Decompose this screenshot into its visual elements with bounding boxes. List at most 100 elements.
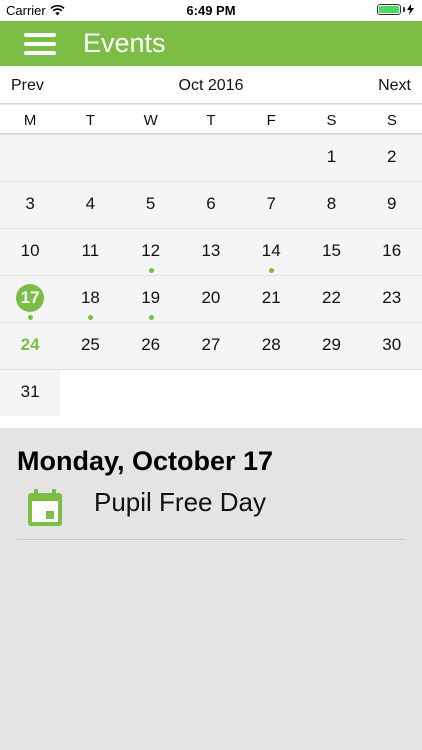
calendar-week-row: 12 xyxy=(0,135,422,182)
weekday-label: T xyxy=(206,112,216,129)
calendar-day-13[interactable]: 13 xyxy=(181,229,241,275)
day-number: 29 xyxy=(322,335,341,354)
weekday-label: T xyxy=(85,112,95,129)
day-number: 2 xyxy=(386,147,397,166)
selected-day-heading: Monday, October 17 xyxy=(17,446,274,476)
day-number: 17 xyxy=(20,288,40,307)
weekday-label: M xyxy=(23,112,37,129)
day-number: 19 xyxy=(141,288,161,307)
event-list-item[interactable]: Pupil Free Day xyxy=(17,486,405,540)
status-bar: Carrier 6:49 PM xyxy=(0,0,422,21)
day-number: 6 xyxy=(206,194,216,213)
month-title: Oct 2016 xyxy=(178,77,244,94)
calendar-day-6[interactable]: 6 xyxy=(181,182,241,228)
weekday-label: S xyxy=(326,112,337,129)
day-number: 28 xyxy=(261,335,281,354)
calendar-day-11[interactable]: 11 xyxy=(60,229,120,275)
calendar-day-19[interactable]: 19 xyxy=(121,276,181,322)
calendar-empty-cell xyxy=(121,135,181,181)
calendar-week-row: 10 11 12 13 14 15 16 xyxy=(0,229,422,276)
day-number: 25 xyxy=(80,335,100,354)
calendar-day-14[interactable]: 14 xyxy=(241,229,301,275)
calendar-day-28[interactable]: 28 xyxy=(241,323,301,369)
calendar-week-row: 3 4 5 6 7 8 9 xyxy=(0,182,422,229)
calendar-day-25[interactable]: 25 xyxy=(60,323,120,369)
day-number: 5 xyxy=(145,194,156,213)
day-number: 12 xyxy=(141,241,161,260)
calendar-day-27[interactable]: 27 xyxy=(181,323,241,369)
calendar-day-31[interactable]: 31 xyxy=(0,370,60,416)
calendar-day-16[interactable]: 16 xyxy=(362,229,422,275)
event-indicator-dot xyxy=(28,315,33,320)
weekday-label: W xyxy=(143,112,158,129)
navigation-bar: Events xyxy=(0,21,422,66)
calendar-day-10[interactable]: 10 xyxy=(0,229,60,275)
calendar-day-29[interactable]: 29 xyxy=(301,323,361,369)
charging-bolt-icon xyxy=(407,4,414,15)
events-panel: Monday, October 17 Pupil Free Day xyxy=(0,428,422,750)
calendar-day-21[interactable]: 21 xyxy=(241,276,301,322)
day-number: 4 xyxy=(85,194,96,213)
day-number: 24 xyxy=(20,335,40,354)
day-number: 18 xyxy=(80,288,100,307)
calendar-day-1[interactable]: 1 xyxy=(301,135,361,181)
calendar-empty-cell xyxy=(241,135,301,181)
status-time: 6:49 PM xyxy=(186,3,236,18)
calendar-day-26[interactable]: 26 xyxy=(121,323,181,369)
calendar-day-3[interactable]: 3 xyxy=(0,182,60,228)
day-number: 16 xyxy=(382,241,402,260)
calendar-day-20[interactable]: 20 xyxy=(181,276,241,322)
calendar-day-18[interactable]: 18 xyxy=(60,276,120,322)
day-number: 3 xyxy=(25,194,35,213)
day-number: 11 xyxy=(81,241,100,260)
calendar-week-row: 17 18 19 20 21 22 23 xyxy=(0,276,422,323)
month-header: Prev Oct 2016 Next xyxy=(0,66,422,104)
calendar-day-24[interactable]: 24 xyxy=(0,323,60,369)
day-number: 14 xyxy=(261,241,281,260)
calendar-empty-cell xyxy=(0,135,60,181)
day-number: 1 xyxy=(326,147,337,166)
calendar-filler xyxy=(60,370,422,416)
day-number: 22 xyxy=(322,288,341,307)
day-number: 13 xyxy=(201,241,221,260)
weekday-header: M T W T F S S xyxy=(0,105,422,134)
day-number: 8 xyxy=(326,194,337,213)
calendar-icon xyxy=(28,489,62,526)
hamburger-menu-icon[interactable] xyxy=(24,31,58,57)
event-indicator-dot xyxy=(269,268,275,273)
event-title: Pupil Free Day xyxy=(94,487,266,517)
calendar-day-5[interactable]: 5 xyxy=(121,182,181,228)
calendar-week-row: 24 25 26 27 28 29 30 xyxy=(0,323,422,370)
day-number: 30 xyxy=(382,335,402,354)
day-number: 31 xyxy=(20,382,40,401)
calendar-day-23[interactable]: 23 xyxy=(362,276,422,322)
calendar-empty-cell xyxy=(181,135,241,181)
calendar-day-17[interactable]: 17 xyxy=(0,276,60,322)
calendar-day-8[interactable]: 8 xyxy=(301,182,361,228)
day-number: 10 xyxy=(20,241,40,260)
day-number: 15 xyxy=(322,241,341,260)
calendar-day-15[interactable]: 15 xyxy=(301,229,361,275)
next-month-button[interactable]: Next xyxy=(378,77,411,95)
weekday-label: F xyxy=(266,112,276,129)
day-number: 9 xyxy=(386,194,397,213)
event-indicator-dot xyxy=(148,315,154,320)
weekday-label: S xyxy=(386,112,397,129)
day-number: 26 xyxy=(141,335,161,354)
calendar-week-row: 31 xyxy=(0,370,422,416)
calendar-day-9[interactable]: 9 xyxy=(362,182,422,228)
calendar-day-7[interactable]: 7 xyxy=(241,182,301,228)
calendar-empty-cell xyxy=(60,135,120,181)
event-indicator-dot xyxy=(88,315,94,320)
day-number: 20 xyxy=(201,288,221,307)
calendar-day-22[interactable]: 22 xyxy=(301,276,361,322)
battery-icon xyxy=(377,4,414,15)
calendar-day-12[interactable]: 12 xyxy=(121,229,181,275)
calendar-grid: 1 2 3 4 5 6 7 8 9 10 11 12 13 14 15 16 17 18 19 20 21 22 23 24 2… xyxy=(0,135,422,416)
calendar-day-30[interactable]: 30 xyxy=(362,323,422,369)
event-indicator-dot xyxy=(148,268,154,273)
calendar-day-2[interactable]: 2 xyxy=(362,135,422,181)
calendar-day-4[interactable]: 4 xyxy=(60,182,120,228)
calendar-bottom-band xyxy=(0,416,422,428)
day-number: 21 xyxy=(261,288,281,307)
